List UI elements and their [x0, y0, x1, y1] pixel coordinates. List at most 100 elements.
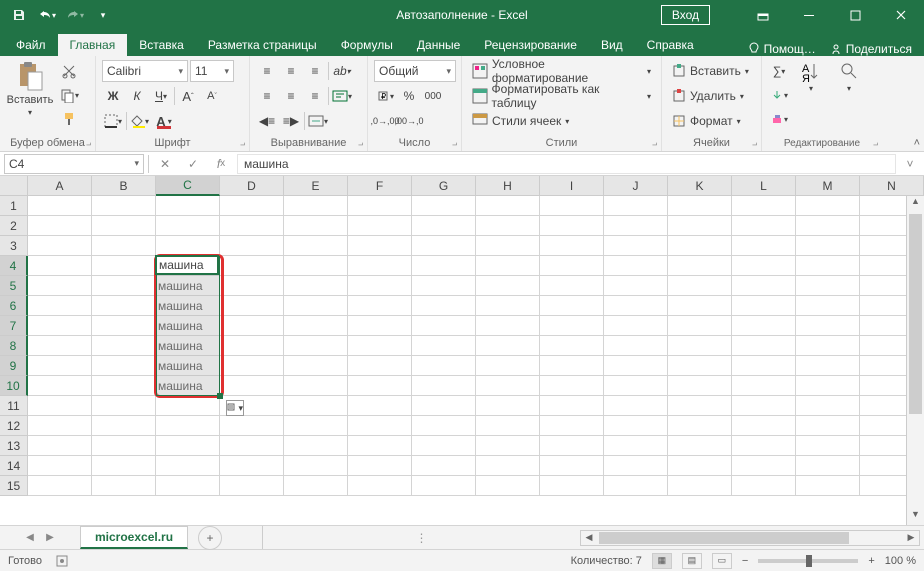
cell[interactable]: [668, 436, 732, 456]
cell[interactable]: [668, 416, 732, 436]
cell[interactable]: [604, 276, 668, 296]
cell[interactable]: [348, 396, 412, 416]
cell[interactable]: [540, 336, 604, 356]
normal-view-icon[interactable]: ▦: [652, 553, 672, 569]
cell[interactable]: [284, 416, 348, 436]
cell[interactable]: [732, 436, 796, 456]
cell[interactable]: [156, 416, 220, 436]
cell[interactable]: [220, 416, 284, 436]
cell[interactable]: [348, 456, 412, 476]
wrap-text-icon[interactable]: ▾: [331, 85, 353, 107]
cell[interactable]: [92, 336, 156, 356]
cell[interactable]: [476, 256, 540, 276]
cell[interactable]: [668, 356, 732, 376]
cell[interactable]: [732, 196, 796, 216]
cell[interactable]: [92, 196, 156, 216]
cell[interactable]: [540, 216, 604, 236]
macro-record-icon[interactable]: [56, 555, 68, 567]
row-header[interactable]: 6: [0, 296, 28, 316]
cell[interactable]: [28, 356, 92, 376]
cell[interactable]: [412, 456, 476, 476]
col-header[interactable]: H: [476, 176, 540, 196]
cell[interactable]: [796, 296, 860, 316]
cell[interactable]: [604, 436, 668, 456]
cell[interactable]: [412, 276, 476, 296]
cell[interactable]: [284, 476, 348, 496]
align-bottom-icon[interactable]: ≡: [304, 60, 326, 82]
cell[interactable]: [796, 216, 860, 236]
cell[interactable]: [92, 256, 156, 276]
cell[interactable]: [156, 396, 220, 416]
undo-icon[interactable]: ▾: [34, 2, 60, 28]
cell[interactable]: [284, 316, 348, 336]
cell[interactable]: [28, 296, 92, 316]
cell[interactable]: [476, 396, 540, 416]
cell[interactable]: [796, 316, 860, 336]
format-painter-icon[interactable]: [58, 108, 80, 130]
cell[interactable]: [348, 356, 412, 376]
cell[interactable]: [220, 236, 284, 256]
maximize-icon[interactable]: [832, 0, 878, 30]
cancel-formula-icon[interactable]: ✕: [153, 154, 177, 174]
find-select-icon[interactable]: [838, 60, 860, 82]
col-header[interactable]: C: [156, 176, 220, 196]
cell[interactable]: [796, 236, 860, 256]
cell[interactable]: [156, 196, 220, 216]
name-box[interactable]: C4▾: [4, 154, 144, 174]
decrease-decimal-icon[interactable]: ,00→,0: [398, 110, 420, 132]
row-header[interactable]: 2: [0, 216, 28, 236]
cell[interactable]: [284, 376, 348, 396]
increase-decimal-icon[interactable]: ,0→,00: [374, 110, 396, 132]
cell[interactable]: [284, 436, 348, 456]
cell[interactable]: [284, 276, 348, 296]
cell[interactable]: [28, 316, 92, 336]
cell[interactable]: [412, 376, 476, 396]
cell[interactable]: [604, 216, 668, 236]
merge-icon[interactable]: ▾: [307, 110, 329, 132]
col-header[interactable]: I: [540, 176, 604, 196]
share-button[interactable]: Поделиться: [830, 42, 912, 56]
clear-icon[interactable]: ▾: [768, 108, 790, 130]
cell[interactable]: [604, 456, 668, 476]
cell[interactable]: [668, 336, 732, 356]
cell[interactable]: [220, 256, 284, 276]
cell[interactable]: [540, 356, 604, 376]
cell[interactable]: [732, 296, 796, 316]
copy-icon[interactable]: ▾: [58, 84, 80, 106]
paste-button[interactable]: Вставить ▾: [6, 60, 54, 117]
cell[interactable]: [92, 456, 156, 476]
cell[interactable]: [732, 356, 796, 376]
spreadsheet-grid[interactable]: 123456789101112131415 ABCDEFGHIJKLMN маш…: [0, 176, 924, 525]
cell[interactable]: [284, 336, 348, 356]
cell[interactable]: [92, 356, 156, 376]
cell[interactable]: [476, 416, 540, 436]
align-right-icon[interactable]: ≡: [304, 85, 326, 107]
cell[interactable]: [604, 256, 668, 276]
cut-icon[interactable]: [58, 60, 80, 82]
cell[interactable]: [284, 256, 348, 276]
formula-input[interactable]: машина: [237, 154, 896, 174]
cell[interactable]: [220, 436, 284, 456]
cell[interactable]: [412, 216, 476, 236]
cell[interactable]: [476, 436, 540, 456]
row-header[interactable]: 15: [0, 476, 28, 496]
cell[interactable]: [412, 196, 476, 216]
cell[interactable]: [668, 236, 732, 256]
row-header[interactable]: 5: [0, 276, 28, 296]
align-left-icon[interactable]: ≡: [256, 85, 278, 107]
col-header[interactable]: F: [348, 176, 412, 196]
cell[interactable]: [540, 256, 604, 276]
zoom-in-icon[interactable]: +: [868, 555, 874, 567]
cell[interactable]: [668, 276, 732, 296]
cell[interactable]: [284, 216, 348, 236]
cell[interactable]: [796, 336, 860, 356]
fill-icon[interactable]: ▾: [768, 84, 790, 106]
cell[interactable]: [220, 336, 284, 356]
row-header[interactable]: 9: [0, 356, 28, 376]
cell[interactable]: [412, 396, 476, 416]
cell[interactable]: [92, 276, 156, 296]
cell[interactable]: [412, 256, 476, 276]
row-header[interactable]: 8: [0, 336, 28, 356]
cell[interactable]: [668, 376, 732, 396]
cell[interactable]: [540, 376, 604, 396]
